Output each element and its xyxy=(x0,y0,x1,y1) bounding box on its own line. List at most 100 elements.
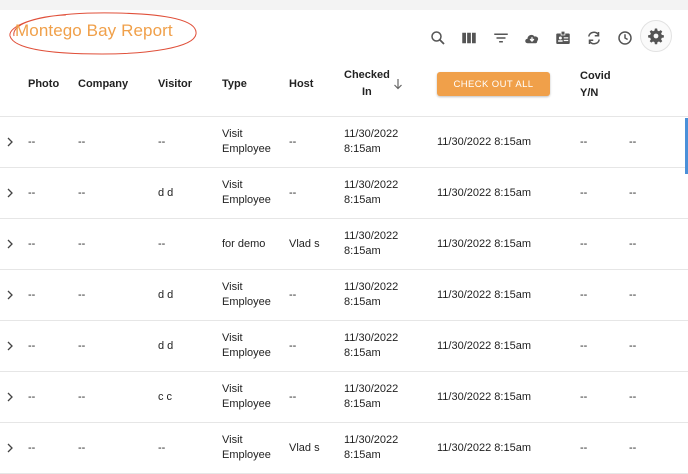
badge-icon[interactable] xyxy=(551,26,575,50)
cell-type-line1: Visit xyxy=(222,383,243,395)
cell-check-out: 11/30/2022 8:15am xyxy=(437,442,531,454)
cell-check-out: 11/30/2022 8:15am xyxy=(437,391,531,403)
expand-chevron-icon[interactable] xyxy=(6,443,14,453)
settings-button[interactable] xyxy=(640,20,672,52)
column-covid-line2: Y/N xyxy=(580,87,599,99)
cell-extra: -- xyxy=(629,340,637,352)
cell-covid: -- xyxy=(580,391,588,403)
cell-type: Visit Employee xyxy=(222,433,271,463)
cell-visitor: -- xyxy=(158,442,166,454)
cell-checked-in-time: 8:15am xyxy=(344,194,381,206)
cell-covid: -- xyxy=(580,238,588,250)
expand-chevron-icon[interactable] xyxy=(6,137,14,147)
check-out-all-button[interactable]: CHECK OUT ALL xyxy=(437,72,550,96)
cell-type-line1: Visit xyxy=(222,434,243,446)
cell-company: -- xyxy=(78,136,86,148)
table-row[interactable]: -- -- -- Visit Employee -- 11/30/2022 8:15am 11/… xyxy=(0,117,688,168)
cell-company: -- xyxy=(78,442,86,454)
table-row[interactable]: -- -- -- for demo Vlad s 11/30/2022 8:15am 11/3… xyxy=(0,219,688,270)
column-checked-in-line1: Checked xyxy=(344,69,390,81)
report-header: Montego Bay Report xyxy=(0,10,688,56)
expand-chevron-icon[interactable] xyxy=(6,290,14,300)
cell-checked-in: 11/30/2022 8:15am xyxy=(344,127,398,157)
table-row[interactable]: -- -- d d Visit Employee -- 11/30/2022 8:15am 11… xyxy=(0,321,688,372)
column-visitor[interactable]: Visitor xyxy=(158,76,192,93)
cell-visitor: -- xyxy=(158,238,166,250)
refresh-icon[interactable] xyxy=(582,26,606,50)
sort-arrow-icon[interactable] xyxy=(393,78,403,90)
cell-type-line2: Employee xyxy=(222,398,271,410)
expand-chevron-icon[interactable] xyxy=(6,239,14,249)
column-company[interactable]: Company xyxy=(78,76,128,93)
cell-checked-in: 11/30/2022 8:15am xyxy=(344,178,398,208)
cell-checked-in-date: 11/30/2022 xyxy=(344,332,399,344)
cell-photo: -- xyxy=(28,442,36,454)
cell-type: Visit Employee xyxy=(222,178,271,208)
cell-extra: -- xyxy=(629,289,637,301)
cell-type-line2: Employee xyxy=(222,347,271,359)
cell-type-line2: Employee xyxy=(222,449,271,461)
clock-icon[interactable] xyxy=(613,26,637,50)
cell-company: -- xyxy=(78,238,86,250)
cell-checked-in-date: 11/30/2022 xyxy=(344,434,399,446)
column-checked-in[interactable]: Checked In xyxy=(344,67,390,101)
column-photo[interactable]: Photo xyxy=(28,76,59,93)
cell-checked-in-time: 8:15am xyxy=(344,347,381,359)
table-row[interactable]: -- -- c c Visit Employee -- 11/30/2022 8:15am 11… xyxy=(0,372,688,423)
cell-covid: -- xyxy=(580,442,588,454)
cell-company: -- xyxy=(78,187,86,199)
column-host[interactable]: Host xyxy=(289,76,313,93)
cell-photo: -- xyxy=(28,187,36,199)
cell-extra: -- xyxy=(629,391,637,403)
cell-visitor: d d xyxy=(158,187,174,199)
expand-chevron-icon[interactable] xyxy=(6,392,14,402)
cell-type-line2: Employee xyxy=(222,143,271,155)
cell-checked-in-time: 8:15am xyxy=(344,449,381,461)
cell-host: -- xyxy=(289,340,297,352)
cell-photo: -- xyxy=(28,289,36,301)
cloud-download-icon[interactable] xyxy=(520,26,544,50)
cell-extra: -- xyxy=(629,442,637,454)
filter-icon[interactable] xyxy=(489,26,513,50)
cell-checked-in: 11/30/2022 8:15am xyxy=(344,229,398,259)
cell-check-out: 11/30/2022 8:15am xyxy=(437,238,531,250)
cell-extra: -- xyxy=(629,187,637,199)
cell-visitor: d d xyxy=(158,289,174,301)
table-row[interactable]: -- -- -- Visit Employee Vlad s 11/30/2022 8:15a… xyxy=(0,423,688,474)
cell-checked-in-date: 11/30/2022 xyxy=(344,179,399,191)
cell-check-out: 11/30/2022 8:15am xyxy=(437,136,531,148)
column-type[interactable]: Type xyxy=(222,76,247,93)
table-row[interactable]: -- -- d d Visit Employee -- 11/30/2022 8:15am 11… xyxy=(0,168,688,219)
cell-photo: -- xyxy=(28,391,36,403)
cell-type-line1: Visit xyxy=(222,281,243,293)
cell-type-line1: Visit xyxy=(222,332,243,344)
cell-host: Vlad s xyxy=(289,238,320,250)
cell-covid: -- xyxy=(580,136,588,148)
columns-icon[interactable] xyxy=(457,26,481,50)
cell-checked-in-time: 8:15am xyxy=(344,398,381,410)
expand-chevron-icon[interactable] xyxy=(6,341,14,351)
cell-checked-in: 11/30/2022 8:15am xyxy=(344,331,398,361)
expand-chevron-icon[interactable] xyxy=(6,188,14,198)
cell-type-line2: Employee xyxy=(222,296,271,308)
cell-extra: -- xyxy=(629,136,637,148)
column-covid[interactable]: Covid Y/N xyxy=(580,68,611,102)
cell-type: Visit Employee xyxy=(222,382,271,412)
column-covid-line1: Covid xyxy=(580,70,611,82)
gear-icon xyxy=(644,24,668,48)
cell-checked-in: 11/30/2022 8:15am xyxy=(344,382,398,412)
cell-checked-in-date: 11/30/2022 xyxy=(344,128,399,140)
cell-checked-in-time: 8:15am xyxy=(344,143,381,155)
search-icon[interactable] xyxy=(426,26,450,50)
cell-company: -- xyxy=(78,289,86,301)
cell-check-out: 11/30/2022 8:15am xyxy=(437,289,531,301)
cell-checked-in: 11/30/2022 8:15am xyxy=(344,280,398,310)
cell-type: Visit Employee xyxy=(222,280,271,310)
cell-company: -- xyxy=(78,340,86,352)
cell-checked-in-date: 11/30/2022 xyxy=(344,383,399,395)
table-row[interactable]: -- -- d d Visit Employee -- 11/30/2022 8:15am 11… xyxy=(0,270,688,321)
top-strip xyxy=(0,0,688,10)
cell-host: -- xyxy=(289,136,297,148)
cell-type: for demo xyxy=(222,238,266,250)
cell-checked-in-time: 8:15am xyxy=(344,296,381,308)
